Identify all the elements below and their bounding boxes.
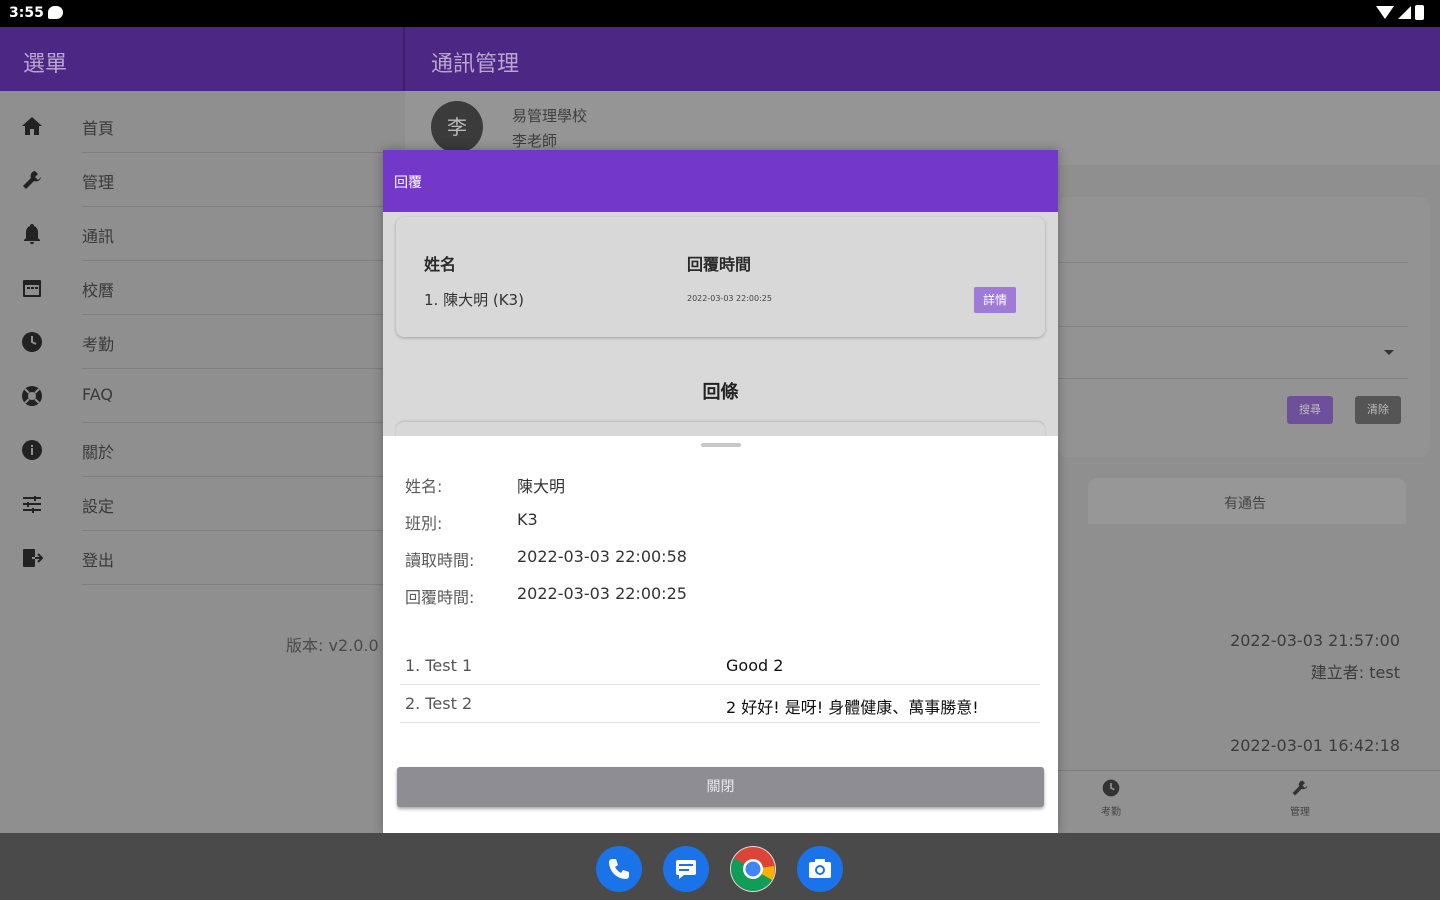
notice-time: 2022-03-01 16:42:18 bbox=[1230, 736, 1400, 755]
reply-card: 姓名 回覆時間 1. 陳大明 (K3) 2022-03-03 22:00:25 … bbox=[396, 217, 1045, 337]
drawer-item-label: 首頁 bbox=[82, 119, 115, 138]
dialog-header: 回覆 bbox=[383, 150, 1058, 212]
sheet-drag-handle[interactable] bbox=[701, 443, 741, 447]
drawer-item-label: FAQ bbox=[82, 385, 113, 404]
notice-time: 2022-03-03 21:57:00 bbox=[1230, 631, 1400, 650]
drawer-item-label: 關於 bbox=[82, 443, 115, 462]
bottom-nav-label: 管理 bbox=[1290, 807, 1310, 818]
logout-icon bbox=[20, 546, 44, 570]
drawer-item-faq[interactable]: FAQ bbox=[0, 369, 403, 423]
info-value: 2022-03-03 22:00:58 bbox=[517, 547, 687, 566]
info-value: 2022-03-03 22:00:25 bbox=[517, 584, 687, 603]
clear-button[interactable]: 清除 bbox=[1355, 396, 1401, 424]
status-icons bbox=[1376, 5, 1424, 20]
answer-text: Good 2 bbox=[726, 656, 784, 675]
school-name: 易管理學校 bbox=[512, 107, 588, 125]
camera-icon[interactable] bbox=[797, 846, 843, 892]
clock-icon bbox=[20, 330, 44, 354]
drawer-item-label: 設定 bbox=[82, 497, 115, 516]
info-value: 陳大明 bbox=[517, 477, 566, 496]
home-icon bbox=[20, 114, 44, 138]
drawer-item-manage[interactable]: 管理 bbox=[0, 153, 403, 207]
chevron-down-icon[interactable] bbox=[1384, 350, 1394, 355]
bell-icon bbox=[20, 222, 44, 246]
search-button[interactable]: 搜尋 bbox=[1287, 396, 1333, 424]
bottom-nav-label: 考勤 bbox=[1101, 807, 1121, 818]
reply-time: 2022-03-03 22:00:25 bbox=[687, 294, 772, 303]
info-icon bbox=[20, 438, 44, 462]
info-label: 回覆時間: bbox=[405, 588, 475, 607]
divider bbox=[1058, 326, 1408, 327]
divider bbox=[1058, 378, 1408, 379]
calendar-icon bbox=[20, 276, 44, 300]
drawer-item-label: 通訊 bbox=[82, 227, 115, 246]
drawer-item-label: 登出 bbox=[82, 551, 115, 570]
drawer-item-about[interactable]: 關於 bbox=[0, 423, 403, 477]
answer-text: 2 好好! 是呀! 身體健康、萬事勝意! bbox=[726, 698, 979, 717]
reply-list-area: 姓名 回覆時間 1. 陳大明 (K3) 2022-03-03 22:00:25 … bbox=[383, 212, 1058, 442]
column-header-reply-time: 回覆時間 bbox=[687, 255, 752, 274]
answer-question: 2. Test 2 bbox=[405, 694, 473, 713]
bottom-nav-manage[interactable]: 管理 bbox=[1280, 778, 1320, 818]
bottom-nav-attendance[interactable]: 考勤 bbox=[1091, 778, 1131, 818]
drawer-item-settings[interactable]: 設定 bbox=[0, 477, 403, 531]
app-bar-divider bbox=[403, 27, 405, 91]
messages-icon[interactable] bbox=[663, 846, 709, 892]
chrome-icon[interactable] bbox=[730, 846, 776, 892]
detail-bottom-sheet: 姓名: 陳大明 班別: K3 讀取時間: 2022-03-03 22:00:58… bbox=[383, 436, 1058, 833]
taskbar bbox=[0, 833, 1440, 900]
drawer-item-label: 考勤 bbox=[82, 335, 115, 354]
answer-question: 1. Test 1 bbox=[405, 656, 473, 675]
app-bar: 選單 通訊管理 bbox=[0, 27, 1440, 91]
answer-row: 2. Test 2 2 好好! 是呀! 身體健康、萬事勝意! bbox=[400, 685, 1040, 723]
signal-icon bbox=[1398, 6, 1411, 19]
wrench-icon bbox=[20, 168, 44, 192]
notice-creator: 建立者: test bbox=[1310, 663, 1400, 682]
drawer-item-calendar[interactable]: 校曆 bbox=[0, 261, 403, 315]
phone-icon[interactable] bbox=[596, 846, 642, 892]
avatar: 李 bbox=[431, 101, 483, 153]
lifebuoy-icon bbox=[20, 384, 44, 408]
battery-icon bbox=[1415, 5, 1424, 20]
dialog-title: 回覆 bbox=[394, 175, 422, 191]
reply-slip-title: 回條 bbox=[702, 382, 739, 403]
app-version: 版本: v2.0.0 bbox=[286, 636, 379, 655]
detail-button[interactable]: 詳情 bbox=[974, 287, 1016, 313]
navigation-drawer: 首頁 管理 通訊 校曆 考勤 FAQ 關於 設定 登出 版本: v2.0.0 bbox=[0, 91, 403, 833]
status-bar: 3:55 bbox=[0, 0, 1440, 27]
info-label: 姓名: bbox=[405, 477, 443, 496]
drawer-item-label: 管理 bbox=[82, 173, 115, 192]
info-value: K3 bbox=[517, 510, 538, 529]
close-button[interactable]: 關閉 bbox=[397, 767, 1044, 807]
drawer-item-logout[interactable]: 登出 bbox=[0, 531, 403, 585]
teacher-name: 李老師 bbox=[512, 132, 558, 150]
wrench-icon bbox=[1280, 778, 1320, 803]
status-time: 3:55 bbox=[9, 5, 44, 21]
clock-icon bbox=[1091, 778, 1131, 803]
drawer-item-attendance[interactable]: 考勤 bbox=[0, 315, 403, 369]
drawer-title: 選單 bbox=[23, 52, 68, 77]
reply-student: 1. 陳大明 (K3) bbox=[424, 291, 524, 309]
sliders-icon bbox=[20, 492, 44, 516]
answer-row: 1. Test 1 Good 2 bbox=[400, 647, 1040, 685]
drawer-item-label: 校曆 bbox=[82, 281, 115, 300]
drawer-item-notice[interactable]: 通訊 bbox=[0, 207, 403, 261]
divider bbox=[82, 584, 403, 585]
reply-dialog: 回覆 姓名 回覆時間 1. 陳大明 (K3) 2022-03-03 22:00:… bbox=[383, 150, 1058, 833]
wifi-icon bbox=[1376, 6, 1394, 19]
info-label: 讀取時間: bbox=[405, 551, 475, 570]
column-header-name: 姓名 bbox=[424, 255, 457, 274]
chat-notification-icon bbox=[48, 6, 63, 19]
info-label: 班別: bbox=[405, 514, 443, 533]
divider bbox=[1058, 262, 1408, 263]
drawer-item-home[interactable]: 首頁 bbox=[0, 99, 403, 153]
page-title: 通訊管理 bbox=[431, 52, 520, 77]
tab-notices-label: 有通告 bbox=[1224, 496, 1266, 512]
